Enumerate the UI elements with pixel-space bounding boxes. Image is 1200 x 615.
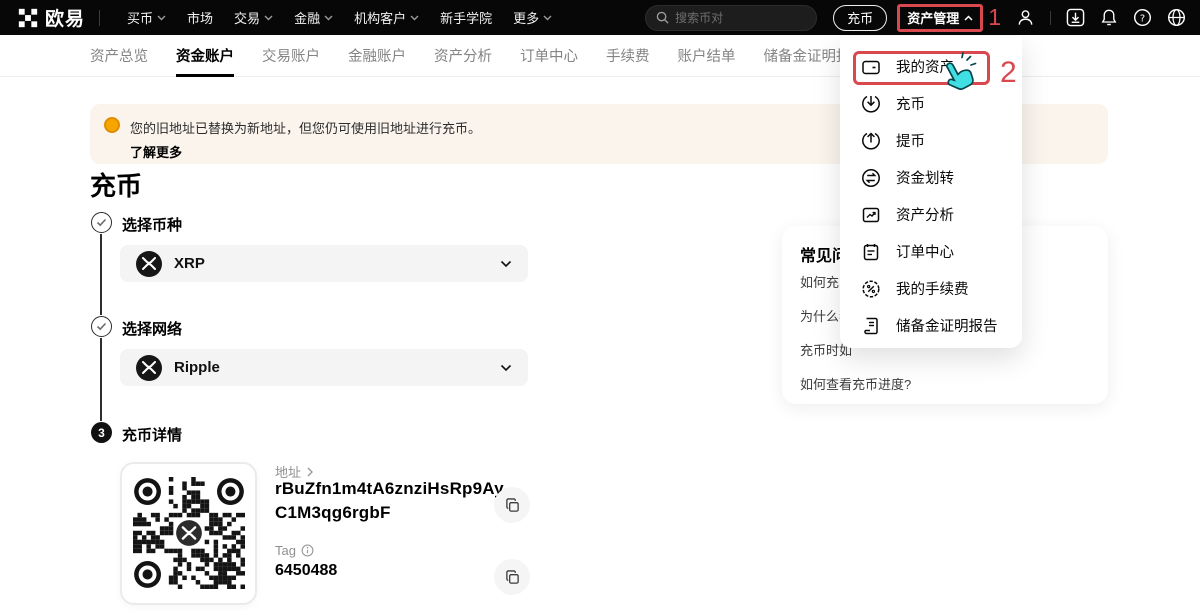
user-icon[interactable] [1016,8,1035,27]
subnav-asset-analysis[interactable]: 资产分析 [434,35,492,77]
annotation-step-1: 1 [988,6,1001,29]
fees-icon [861,279,881,299]
header-divider [1050,11,1051,25]
transfer-icon [861,168,881,188]
chevron-up-icon [964,15,973,21]
info-icon[interactable] [301,544,314,557]
deposit-address-line2: C1M3qg6rgbF [275,503,391,523]
network-select[interactable]: Ripple [120,349,528,386]
deposit-icon [861,94,881,114]
search-input[interactable] [675,11,805,25]
nav-markets[interactable]: 市场 [187,8,213,27]
header-deposit-button[interactable]: 充币 [833,5,887,31]
nav-buy-crypto[interactable]: 买币 [127,8,166,27]
assets-dropdown-menu: 我的资产 充币 提币 资金划转 资产分析 订单中心 我的手续费 储备金证明报告 [840,36,1022,348]
coin-select[interactable]: XRP [120,245,528,282]
learn-more-link[interactable]: 了解更多 [130,142,182,161]
nav-more[interactable]: 更多 [513,8,552,27]
ripple-network-icon [136,355,162,381]
step1-check-icon [91,212,112,233]
top-header: 欧易 买币 市场 交易 金融 机构客户 新手学院 更多 充币 资产管理 1 [0,0,1200,35]
subnav-order-center[interactable]: 订单中心 [520,35,578,77]
menu-item-deposit[interactable]: 充币 [840,85,1022,122]
step2-label: 选择网络 [122,318,182,339]
chevron-down-icon [543,15,552,21]
subnav-finance-account[interactable]: 金融账户 [348,35,406,77]
nav-finance[interactable]: 金融 [294,8,333,27]
chevron-down-icon [500,364,512,372]
tag-label: Tag [275,543,314,558]
copy-icon [505,570,520,585]
subnav-asset-overview[interactable]: 资产总览 [90,35,148,77]
search-box[interactable] [645,5,817,31]
menu-item-proof-of-reserves[interactable]: 储备金证明报告 [840,307,1022,344]
chevron-down-icon [157,15,166,21]
download-app-icon[interactable] [1066,8,1085,27]
qr-code-image [133,477,245,589]
withdraw-icon [861,131,881,151]
menu-item-my-assets[interactable]: 我的资产 [840,48,1022,85]
deposit-qr-code [120,462,257,605]
nav-academy[interactable]: 新手学院 [440,8,492,27]
chevron-down-icon [324,15,333,21]
chevron-down-icon [264,15,273,21]
step2-check-icon [91,316,112,337]
xrp-coin-icon [136,251,162,277]
svg-text:?: ? [1140,13,1145,24]
menu-item-asset-analysis[interactable]: 资产分析 [840,196,1022,233]
subnav-account-statement[interactable]: 账户结单 [678,35,736,77]
nav-institutional[interactable]: 机构客户 [354,8,419,27]
analysis-icon [861,205,881,225]
chevron-right-icon [307,467,313,477]
okx-deposit-page: 欧易 买币 市场 交易 金融 机构客户 新手学院 更多 充币 资产管理 1 [0,0,1200,615]
search-icon [656,11,669,24]
coin-select-value: XRP [174,255,205,272]
menu-item-withdraw[interactable]: 提币 [840,122,1022,159]
faq-item[interactable]: 如何查看充币进度? [800,374,911,393]
okx-logo-icon[interactable] [18,8,38,28]
copy-icon [505,498,520,513]
copy-address-button[interactable] [494,487,530,523]
step-connector [100,338,102,421]
header-divider [99,10,100,26]
subnav-fees[interactable]: 手续费 [606,35,650,77]
menu-item-transfer[interactable]: 资金划转 [840,159,1022,196]
assets-management-button[interactable]: 资产管理 [897,4,983,32]
page-title: 充币 [90,166,142,203]
wallet-icon [861,57,881,77]
step-connector [100,234,102,315]
bell-icon[interactable] [1100,8,1118,27]
tag-value: 6450488 [275,562,337,580]
step3-label: 充币详情 [122,424,182,445]
top-nav: 买币 市场 交易 金融 机构客户 新手学院 更多 [106,8,552,27]
chevron-down-icon [410,15,419,21]
subnav-trading-account[interactable]: 交易账户 [262,35,320,77]
annotation-step-2: 2 [1000,56,1017,90]
report-icon [861,316,881,336]
notice-message: 您的旧地址已替换为新地址，但您仍可使用旧地址进行充币。 [130,118,481,137]
step3-number-badge: 3 [91,422,112,443]
globe-icon[interactable] [1167,8,1186,27]
chevron-down-icon [500,260,512,268]
menu-item-my-fees[interactable]: 我的手续费 [840,270,1022,307]
subnav-funding-account[interactable]: 资金账户 [176,35,234,77]
step1-label: 选择币种 [122,214,182,235]
menu-item-order-center[interactable]: 订单中心 [840,233,1022,270]
nav-trade[interactable]: 交易 [234,8,273,27]
notice-icon [104,117,120,133]
copy-tag-button[interactable] [494,559,530,595]
help-icon[interactable]: ? [1133,8,1152,27]
orders-icon [861,242,881,262]
network-select-value: Ripple [174,359,220,376]
deposit-address-line1: rBuZfn1m4tA6znziHsRp9Ay [275,479,504,499]
brand-name[interactable]: 欧易 [45,4,85,31]
